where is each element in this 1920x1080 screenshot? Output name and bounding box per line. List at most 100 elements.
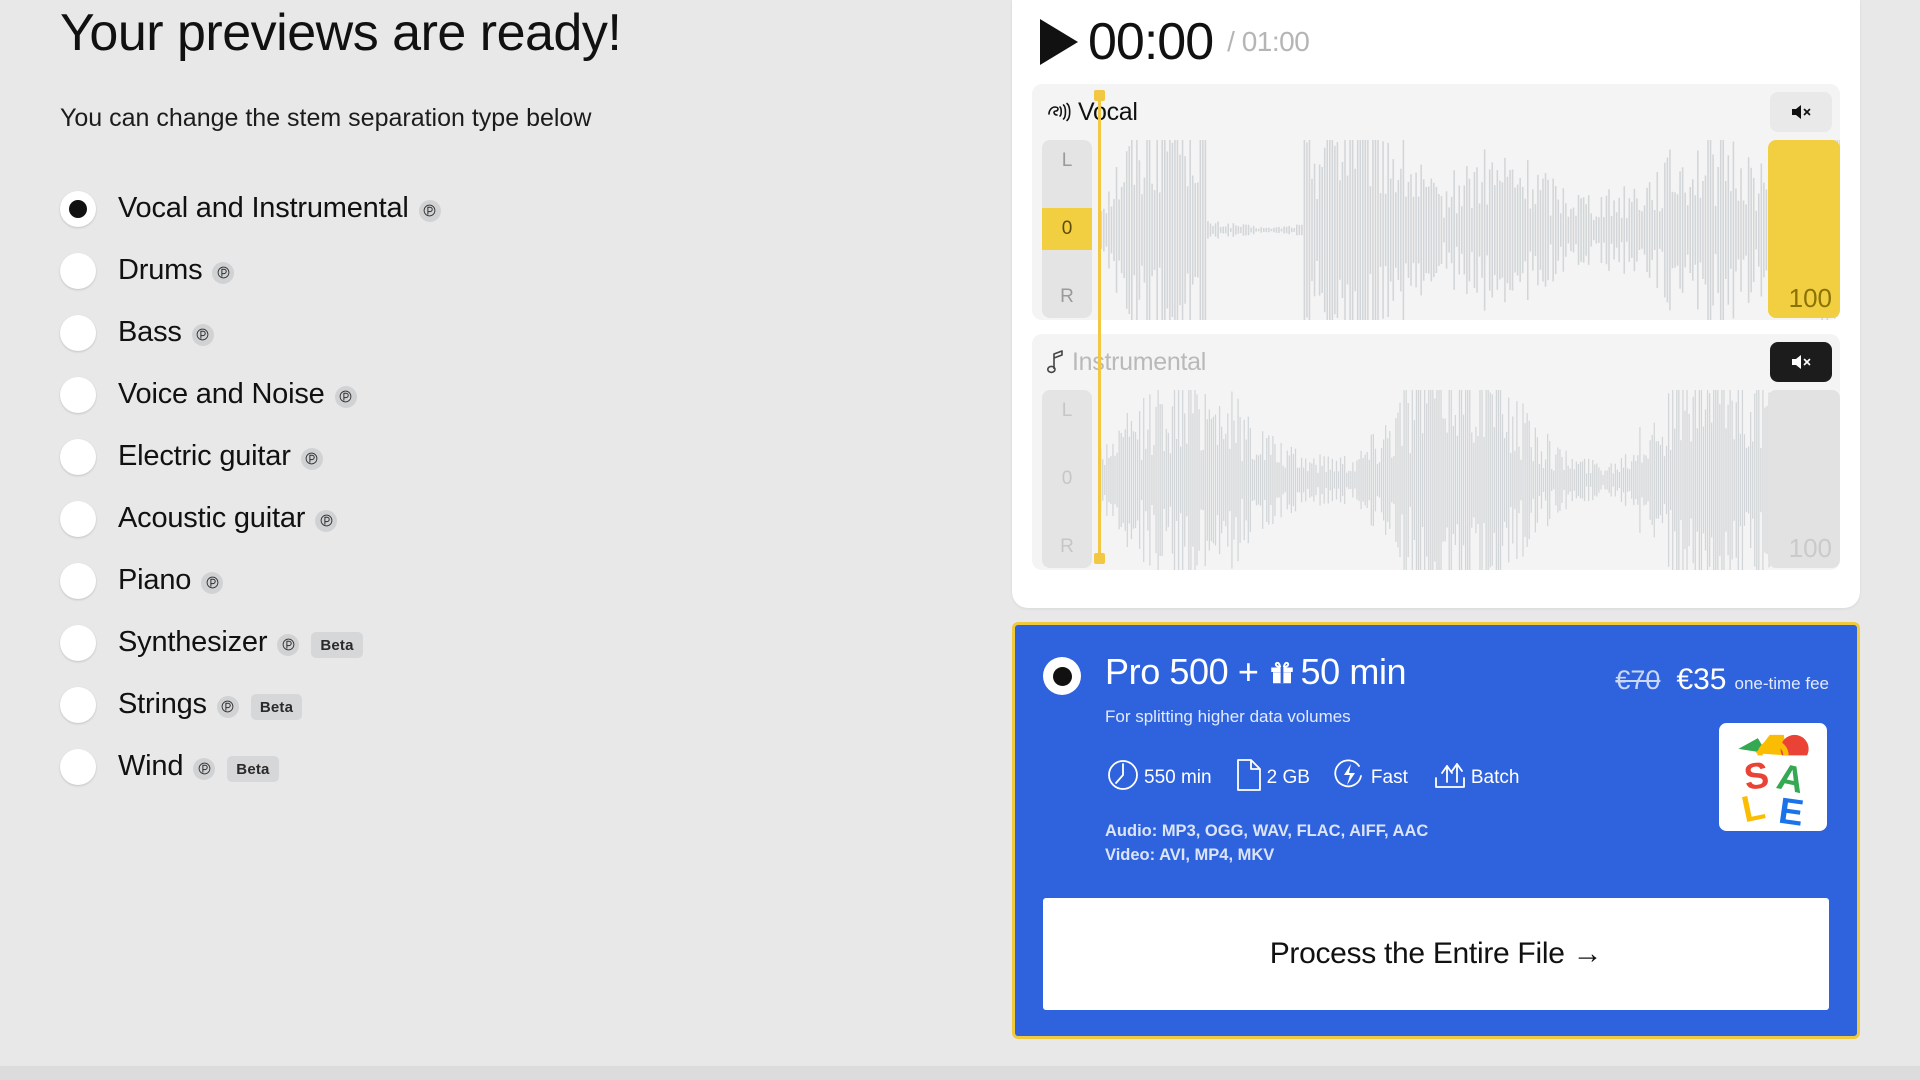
- pro-feature-icon: [193, 757, 216, 780]
- formats-video: Video: AVI, MP4, MKV: [1105, 845, 1275, 864]
- stem-option-radio[interactable]: [60, 624, 96, 661]
- pro-offer-title-block: Pro 500 + 50 min For splitting higher da…: [1105, 651, 1407, 727]
- file-icon: [1234, 757, 1264, 798]
- stem-option-label: Voice and Noise: [118, 378, 325, 411]
- pro-feature-icon: [334, 385, 357, 408]
- pro-feature-icon: [315, 509, 338, 532]
- volume-slider[interactable]: 100: [1768, 390, 1840, 568]
- volume-slider[interactable]: 100: [1768, 140, 1840, 318]
- pro-feature-icon: [277, 633, 300, 656]
- pro-feature: 550 min: [1105, 757, 1212, 798]
- stem-option-radio[interactable]: [60, 686, 96, 723]
- stem-option-radio[interactable]: [60, 562, 96, 599]
- pro-offer-radio-dot: [1052, 666, 1072, 686]
- pro-offer-title: Pro 500 + 50 min: [1105, 651, 1407, 693]
- bolt-icon: [1332, 757, 1368, 798]
- stem-option-row[interactable]: Wind Beta: [60, 736, 1012, 798]
- audio-player-card: 00:00 / 01:00 Vocal L 0 R 100 Instrumental L 0 R…: [1012, 0, 1860, 608]
- stem-option-row[interactable]: Acoustic guitar: [60, 488, 1012, 550]
- mute-toggle-button[interactable]: [1770, 342, 1832, 382]
- pro-feature-icon: [300, 447, 323, 470]
- stem-option-row[interactable]: Bass: [60, 302, 1012, 364]
- pan-slider[interactable]: L 0 R: [1042, 390, 1092, 568]
- stem-option-radio[interactable]: [60, 748, 96, 785]
- pan-label-center: 0: [1061, 468, 1073, 489]
- price-note: one-time fee: [1734, 674, 1830, 693]
- pro-feature-label: Fast: [1370, 766, 1408, 788]
- stem-options-list: Vocal and Instrumental Drums Bass Voice and…: [60, 178, 1012, 798]
- stem-option-label: Acoustic guitar: [118, 502, 306, 535]
- stem-option-radio[interactable]: [60, 438, 96, 475]
- pan-label-left: L: [1061, 400, 1073, 421]
- stem-option-label: Electric guitar: [118, 440, 291, 473]
- stem-option-row[interactable]: Strings Beta: [60, 674, 1012, 736]
- beta-badge: Beta: [227, 755, 279, 782]
- stem-selection-panel: Your previews are ready! You can change …: [0, 0, 1012, 1080]
- process-entire-file-label: Process the Entire File →: [1269, 936, 1603, 970]
- play-icon[interactable]: [1040, 19, 1078, 65]
- stem-option-radio[interactable]: [60, 376, 96, 413]
- pan-label-left: L: [1061, 150, 1073, 171]
- pan-label-right: R: [1060, 536, 1074, 557]
- track-body: L 0 R 100: [1032, 390, 1840, 570]
- pan-label-right: R: [1060, 286, 1074, 307]
- waveform[interactable]: [1098, 140, 1840, 320]
- page-title: Your previews are ready!: [60, 4, 622, 62]
- pro-offer-title-bonus: 50 min: [1300, 651, 1407, 692]
- current-time: 00:00: [1088, 13, 1214, 71]
- pro-offer-title-main: Pro 500 +: [1105, 651, 1259, 692]
- transport-bar: 00:00 / 01:00: [1032, 0, 1840, 84]
- stem-option-label: Piano: [118, 564, 192, 597]
- pro-feature-icon: [216, 695, 239, 718]
- pro-offer-radio[interactable]: [1043, 657, 1081, 695]
- total-time: / 01:00: [1227, 26, 1310, 57]
- stem-option-row[interactable]: Vocal and Instrumental: [60, 178, 1012, 240]
- pan-label-center: 0: [1042, 208, 1092, 250]
- voice-icon: [1046, 100, 1072, 124]
- gift-icon: [1267, 658, 1297, 688]
- stem-option-radio[interactable]: [60, 190, 96, 227]
- bottom-strip: [0, 1066, 1920, 1080]
- stem-option-row[interactable]: Electric guitar: [60, 426, 1012, 488]
- track-name: Instrumental: [1072, 347, 1206, 376]
- stem-option-label: Wind: [118, 750, 184, 783]
- waveform[interactable]: [1098, 390, 1840, 570]
- price-old: €70: [1615, 665, 1661, 695]
- page-subtitle: You can change the stem separation type …: [60, 103, 592, 132]
- process-entire-file-button[interactable]: Process the Entire File →: [1043, 897, 1829, 1010]
- app-root: Your previews are ready! You can change …: [0, 0, 1920, 1080]
- pro-offer-subtitle: For splitting higher data volumes: [1105, 707, 1351, 726]
- track-header: Vocal: [1032, 84, 1840, 140]
- radio-dot: [69, 199, 87, 218]
- clock-icon: [1105, 757, 1141, 798]
- pro-feature: Fast: [1332, 757, 1408, 798]
- stem-option-radio[interactable]: [60, 314, 96, 351]
- stem-option-label: Vocal and Instrumental: [118, 192, 409, 225]
- stem-option-row[interactable]: Drums: [60, 240, 1012, 302]
- pro-offer-header: Pro 500 + 50 min For splitting higher da…: [1043, 651, 1829, 727]
- beta-badge: Beta: [311, 631, 363, 658]
- svg-text:E: E: [1776, 790, 1806, 831]
- stem-option-row[interactable]: Synthesizer Beta: [60, 612, 1012, 674]
- stem-option-label: Bass: [118, 316, 182, 349]
- stem-option-label: Synthesizer: [118, 626, 268, 659]
- stem-option-row[interactable]: Piano: [60, 550, 1012, 612]
- music-note-icon: [1046, 349, 1066, 375]
- stem-option-label: Drums: [118, 254, 203, 287]
- batch-upload-icon: [1430, 758, 1468, 797]
- pro-offer-card[interactable]: Pro 500 + 50 min For splitting higher da…: [1012, 622, 1860, 1039]
- track-name: Vocal: [1078, 97, 1138, 126]
- pro-feature: Batch: [1430, 758, 1519, 797]
- stem-option-radio[interactable]: [60, 252, 96, 289]
- pro-feature: 2 GB: [1234, 757, 1310, 798]
- mute-toggle-button[interactable]: [1770, 92, 1832, 132]
- beta-badge: Beta: [250, 693, 303, 720]
- pro-feature-label: 550 min: [1144, 766, 1212, 788]
- pan-slider[interactable]: L 0 R: [1042, 140, 1092, 318]
- stem-option-radio[interactable]: [60, 500, 96, 537]
- pro-offer-price: €70 €35 one-time fee: [1615, 651, 1829, 697]
- stem-option-label: Strings: [118, 688, 207, 721]
- pro-feature-icon: [191, 323, 214, 346]
- track-list: Vocal L 0 R 100 Instrumental L 0 R 100: [1032, 84, 1840, 570]
- stem-option-row[interactable]: Voice and Noise: [60, 364, 1012, 426]
